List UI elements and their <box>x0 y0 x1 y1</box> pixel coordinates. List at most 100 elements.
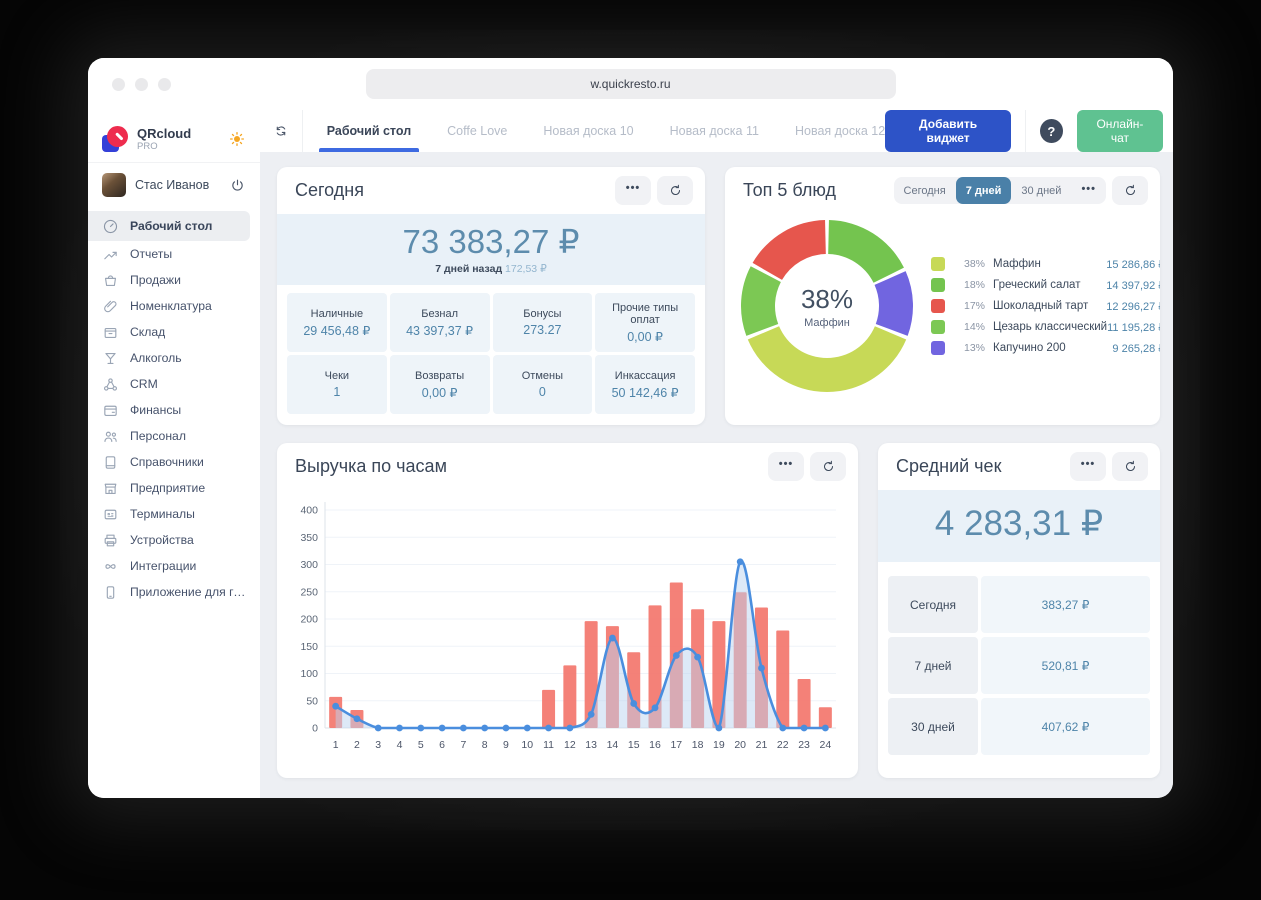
dashboard-content: Сегодня ••• 73 383,27 ₽ 7 дней назад 172… <box>260 152 1173 798</box>
sidebar-item-label: Продажи <box>130 273 181 287</box>
sidebar-item-13[interactable]: Устройства <box>88 527 260 553</box>
revenue-refresh-button[interactable] <box>810 452 846 481</box>
svg-text:100: 100 <box>300 668 318 680</box>
ellipsis-icon: ••• <box>779 459 794 475</box>
avg-check-total-band: 4 283,31 ₽ <box>878 490 1160 562</box>
legend-row: 14% Цезарь классический 11 195,28 ₽ <box>931 320 1160 334</box>
crm-icon <box>102 376 119 393</box>
svg-text:24: 24 <box>820 739 832 751</box>
avg-check-widget: Средний чек ••• 4 283,31 ₽ Сегодня 383,2… <box>878 443 1160 778</box>
sidebar-item-12[interactable]: Терминалы <box>88 501 260 527</box>
window-controls <box>112 78 171 91</box>
avatar <box>102 173 126 197</box>
avg-check-row: 30 дней 407,62 ₽ <box>888 698 1150 755</box>
today-tile: Возвраты0,00 ₽ <box>390 355 490 414</box>
avg-check-refresh-button[interactable] <box>1112 452 1148 481</box>
period-option[interactable]: Сегодня <box>894 177 956 204</box>
period-option[interactable]: 30 дней <box>1011 177 1071 204</box>
svg-text:3: 3 <box>375 739 381 751</box>
compare-value: 172,53 ₽ <box>505 263 547 275</box>
sun-icon[interactable] <box>228 130 246 148</box>
today-tile: Прочие типы оплат0,00 ₽ <box>595 293 695 352</box>
sidebar-item-label: Рабочий стол <box>130 219 212 233</box>
ellipsis-icon: ••• <box>1081 459 1096 475</box>
app-root: QRcloud PRO Стас Иванов Рабочий стол Отч… <box>88 110 1173 798</box>
sidebar: QRcloud PRO Стас Иванов Рабочий стол Отч… <box>88 110 260 798</box>
sidebar-item-9[interactable]: Персонал <box>88 423 260 449</box>
sidebar-item-4[interactable]: Номенклатура <box>88 293 260 319</box>
staff-icon <box>102 428 119 445</box>
sidebar-item-label: Предприятие <box>130 481 205 495</box>
today-total-band: 73 383,27 ₽ 7 дней назад 172,53 ₽ <box>277 214 705 285</box>
today-tile: Безнал43 397,37 ₽ <box>390 293 490 352</box>
sidebar-item-6[interactable]: Алкоголь <box>88 345 260 371</box>
brand-row: QRcloud PRO <box>88 118 260 163</box>
close-window-button[interactable] <box>112 78 125 91</box>
today-title: Сегодня <box>295 180 364 201</box>
legend-swatch <box>931 320 945 334</box>
top-dishes-refresh-button[interactable] <box>1112 176 1148 205</box>
refresh-icon <box>668 183 683 198</box>
today-menu-button[interactable]: ••• <box>615 176 651 205</box>
legend-row: 13% Капучино 200 9 265,28 ₽ <box>931 341 1160 355</box>
minimize-window-button[interactable] <box>135 78 148 91</box>
svg-text:23: 23 <box>798 739 810 751</box>
legend-row: 38% Маффин 15 286,86 ₽ <box>931 257 1160 271</box>
avg-check-rows: Сегодня 383,27 ₽7 дней 520,81 ₽30 дней 4… <box>878 562 1160 755</box>
avg-check-row: Сегодня 383,27 ₽ <box>888 576 1150 633</box>
sidebar-item-7[interactable]: CRM <box>88 371 260 397</box>
sidebar-item-5[interactable]: Склад <box>88 319 260 345</box>
sidebar-item-label: Отчеты <box>130 247 172 261</box>
svg-text:38%: 38% <box>801 284 853 314</box>
divider <box>1025 110 1026 152</box>
sidebar-item-label: CRM <box>130 377 158 391</box>
sidebar-item-2[interactable]: Отчеты <box>88 241 260 267</box>
sidebar-item-8[interactable]: Финансы <box>88 397 260 423</box>
revenue-title: Выручка по часам <box>295 456 447 477</box>
terminals-icon <box>102 506 119 523</box>
online-chat-button[interactable]: Онлайн-чат <box>1077 110 1163 152</box>
hours-chart: 0501001502002503003504001234567891011121… <box>277 490 858 771</box>
power-icon[interactable] <box>229 177 246 194</box>
compare-label: 7 дней назад <box>435 263 502 275</box>
today-refresh-button[interactable] <box>657 176 693 205</box>
svg-text:22: 22 <box>777 739 789 751</box>
board-tab-2[interactable]: Coffe Love <box>447 110 507 152</box>
sidebar-item-label: Терминалы <box>130 507 195 521</box>
sync-boards-button[interactable] <box>260 110 303 152</box>
legend-swatch <box>931 278 945 292</box>
help-button[interactable]: ? <box>1040 119 1063 143</box>
ellipsis-icon: ••• <box>626 183 641 199</box>
avg-check-title: Средний чек <box>896 456 1001 477</box>
board-tab-1[interactable]: Рабочий стол <box>327 110 411 152</box>
add-widget-button[interactable]: Добавить виджет <box>885 110 1011 152</box>
sidebar-menu: Рабочий стол Отчеты Продажи Номенклатура… <box>88 211 260 605</box>
sidebar-item-11[interactable]: Предприятие <box>88 475 260 501</box>
period-option[interactable]: 7 дней <box>956 177 1012 204</box>
maximize-window-button[interactable] <box>158 78 171 91</box>
avg-check-menu-button[interactable]: ••• <box>1070 452 1106 481</box>
sidebar-item-label: Персонал <box>130 429 186 443</box>
period-segmented-control: Сегодня7 дней30 дней••• <box>894 177 1106 204</box>
sidebar-item-label: Алкоголь <box>130 351 182 365</box>
svg-text:19: 19 <box>713 739 725 751</box>
address-bar[interactable]: w.quickresto.ru <box>366 69 896 99</box>
sidebar-item-15[interactable]: Приложение для гост… <box>88 579 260 605</box>
board-tab-4[interactable]: Новая доска 11 <box>670 110 759 152</box>
alcohol-icon <box>102 350 119 367</box>
today-tile: Чеки1 <box>287 355 387 414</box>
svg-text:15: 15 <box>628 739 640 751</box>
revenue-menu-button[interactable]: ••• <box>768 452 804 481</box>
user-name: Стас Иванов <box>135 178 229 192</box>
sidebar-item-3[interactable]: Продажи <box>88 267 260 293</box>
sidebar-item-14[interactable]: Интеграции <box>88 553 260 579</box>
sidebar-item-10[interactable]: Справочники <box>88 449 260 475</box>
url-text: w.quickresto.ru <box>590 77 670 91</box>
board-tab-5[interactable]: Новая доска 12 <box>795 110 885 152</box>
sidebar-item-1[interactable]: Рабочий стол <box>88 211 250 241</box>
board-tab-3[interactable]: Новая доска 10 <box>543 110 633 152</box>
refresh-icon <box>821 459 836 474</box>
sidebar-item-label: Номенклатура <box>130 299 212 313</box>
top-dishes-menu-button[interactable]: ••• <box>1071 177 1106 204</box>
svg-text:250: 250 <box>300 586 318 598</box>
